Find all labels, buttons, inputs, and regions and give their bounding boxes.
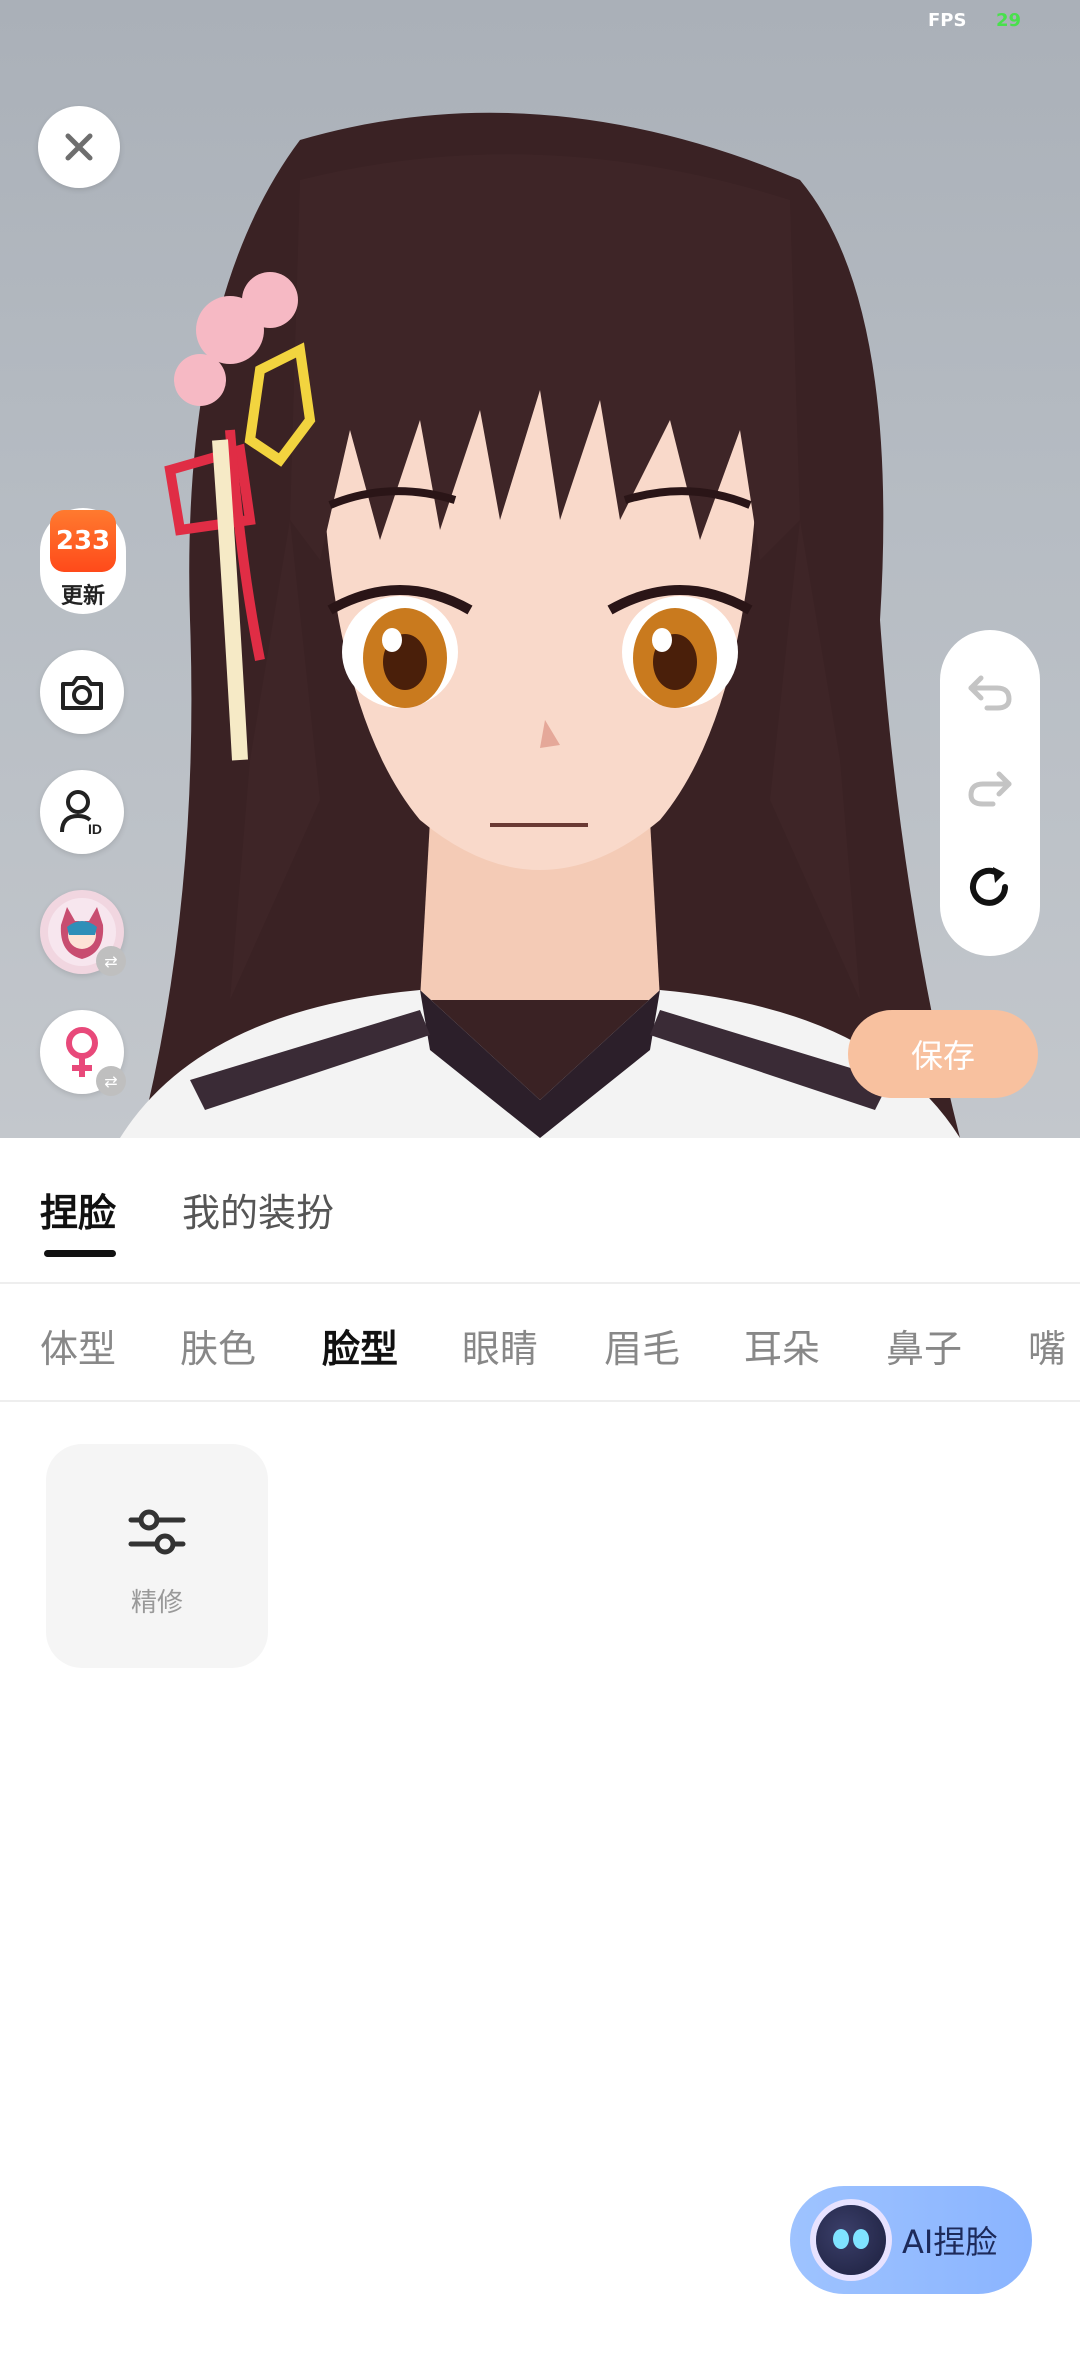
fine-tune-label: 精修: [130, 1588, 183, 1618]
tab-my-outfits[interactable]: 我的装扮: [182, 1182, 334, 1237]
camera-icon: [61, 676, 103, 710]
app-logo: 233: [50, 510, 116, 572]
avatar-id-button[interactable]: ID: [40, 770, 124, 854]
save-button[interactable]: 保存: [848, 1010, 1038, 1098]
fps-value: 29: [996, 10, 1022, 31]
category-skin-color[interactable]: 肤色: [180, 1318, 256, 1373]
tab-face-sculpt[interactable]: 捏脸: [40, 1182, 116, 1237]
undo-icon: [968, 675, 1012, 711]
avatar-preview-viewport[interactable]: FPS 29 233 更新 ID ⇄ ⇄ 保存: [0, 0, 1080, 1138]
redo-icon: [968, 771, 1012, 807]
category-nose[interactable]: 鼻子: [886, 1318, 962, 1373]
swap-icon: ⇄: [96, 1066, 126, 1096]
reset-icon: [970, 867, 1008, 906]
fps-label: FPS: [928, 10, 967, 31]
avatar-switch-button[interactable]: ⇄: [40, 890, 126, 976]
app-update-badge[interactable]: 233 更新: [40, 508, 126, 614]
top-tab-bar: 捏脸 我的装扮: [0, 1138, 1080, 1282]
divider: [0, 1400, 1080, 1402]
reset-button[interactable]: [966, 864, 1014, 912]
gender-switch-button[interactable]: ⇄: [40, 1010, 126, 1096]
swap-icon: ⇄: [96, 946, 126, 976]
robot-icon: [816, 2205, 886, 2275]
category-face-shape[interactable]: 脸型: [322, 1318, 398, 1373]
close-icon: [65, 133, 93, 161]
category-bar: 体型 肤色 脸型 眼睛 眉毛 耳朵 鼻子 嘴: [0, 1284, 1080, 1400]
sliders-icon: [128, 1509, 186, 1555]
ai-face-sculpt-button[interactable]: AI捏脸: [790, 2186, 1032, 2294]
category-body-type[interactable]: 体型: [40, 1318, 116, 1373]
ai-face-sculpt-label: AI捏脸: [902, 2223, 998, 2261]
category-ears[interactable]: 耳朵: [744, 1318, 820, 1373]
history-panel: [940, 630, 1040, 956]
category-mouth[interactable]: 嘴: [1028, 1318, 1066, 1373]
app-update-label: 更新: [60, 584, 105, 609]
undo-button[interactable]: [966, 668, 1014, 716]
fine-tune-option[interactable]: 精修: [46, 1444, 268, 1668]
svg-text:ID: ID: [88, 821, 102, 836]
category-eyes[interactable]: 眼睛: [462, 1318, 538, 1373]
camera-button[interactable]: [40, 650, 124, 734]
close-button[interactable]: [38, 106, 120, 188]
avatar-character-render: [120, 112, 960, 1138]
redo-button[interactable]: [966, 764, 1014, 812]
active-tab-indicator: [44, 1250, 116, 1257]
category-eyebrows[interactable]: 眉毛: [604, 1318, 680, 1373]
gender-female-icon: [66, 1027, 98, 1077]
id-card-icon: ID: [60, 790, 102, 836]
